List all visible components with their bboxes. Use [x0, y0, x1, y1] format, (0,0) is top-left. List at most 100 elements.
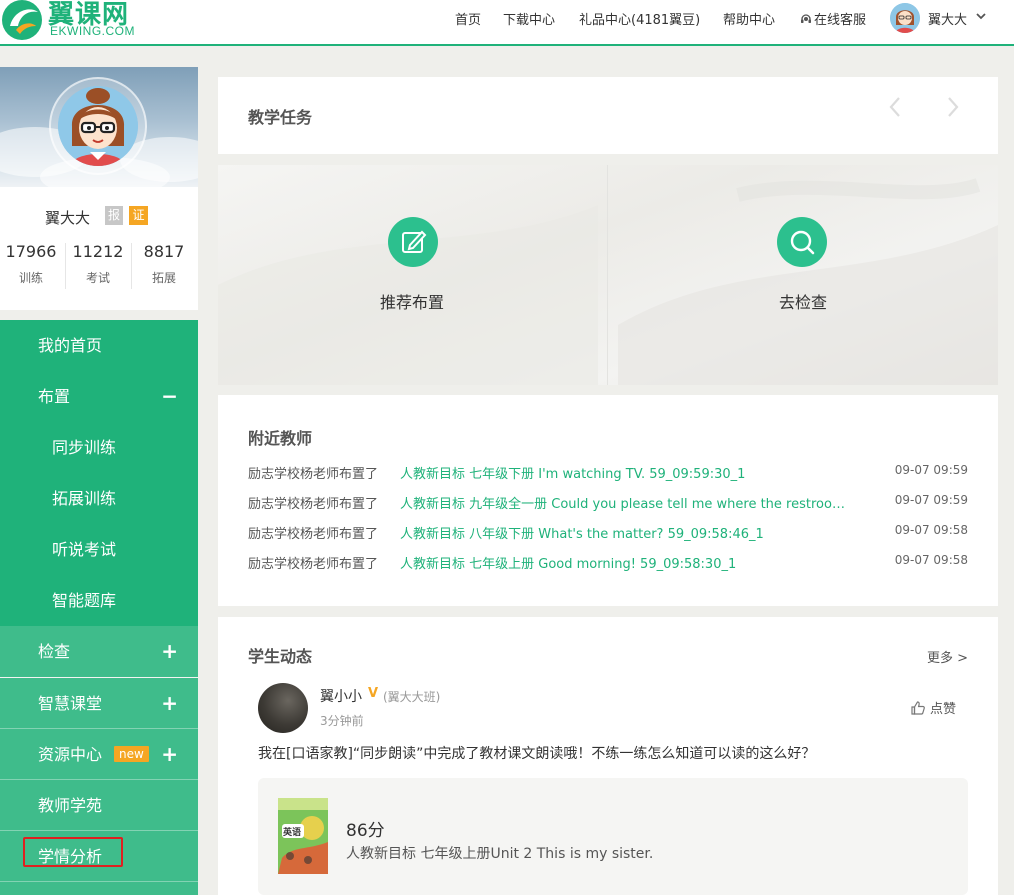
expand-icon[interactable]: +: [161, 729, 178, 780]
list-item: 励志学校杨老师布置了 人教新目标 七年级上册 Good morning! 59_…: [248, 553, 968, 572]
nav-divider: [0, 881, 198, 882]
sidebar-item-check[interactable]: 检查 +: [0, 626, 198, 677]
nav-download[interactable]: 下载中心: [503, 9, 555, 28]
sidebar-item-label: 智能题库: [52, 591, 117, 610]
stat-label: 训练: [18, 271, 43, 285]
student-class: (翼大大班): [383, 690, 441, 704]
go-check-label[interactable]: 去检查: [779, 289, 827, 313]
teacher-text: 励志学校杨老师布置了: [248, 467, 379, 482]
logo-subtitle: EKWING.COM: [50, 24, 135, 38]
online-service-link[interactable]: 在线客服: [800, 9, 866, 28]
book-cover-image[interactable]: 英语: [278, 798, 328, 874]
stat-training[interactable]: 17966 训练: [0, 241, 64, 286]
teacher-avatar-icon: [58, 86, 138, 166]
sidebar-subitem-question-bank[interactable]: 智能题库: [0, 575, 198, 626]
assignment-time: 09-07 09:58: [894, 553, 968, 567]
collapse-icon[interactable]: −: [161, 371, 178, 422]
chevron-left-icon[interactable]: [888, 95, 902, 119]
sidebar-item-label: 教师学苑: [38, 796, 103, 815]
expand-icon[interactable]: +: [161, 626, 178, 677]
book-cover-label: 英语: [283, 828, 302, 838]
teacher-text: 励志学校杨老师布置了: [248, 557, 379, 572]
student-avatar[interactable]: [258, 683, 308, 733]
sidebar-subitem-listening-exam[interactable]: 听说考试: [0, 524, 198, 575]
stat-label: 拓展: [151, 271, 176, 285]
sidebar-item-label: 我的首页: [38, 336, 103, 355]
sidebar-item-label: 同步训练: [52, 438, 117, 457]
sidebar-item-label: 智慧课堂: [38, 694, 103, 713]
profile-card: 翼大大 报 证 17966 训练 11212 考试 8817 拓展: [0, 67, 198, 310]
sidebar-item-label: 资源中心: [38, 745, 103, 764]
assignment-link[interactable]: 人教新目标 七年级下册 I'm watching TV. 59_09:59:30…: [400, 463, 855, 482]
thumbs-up-icon: [911, 701, 925, 715]
stat-value: 11212: [72, 242, 124, 261]
stat-value: 17966: [5, 242, 57, 261]
edit-icon: [402, 230, 427, 253]
go-check-button[interactable]: [777, 217, 827, 267]
list-item: 励志学校杨老师布置了 人教新目标 七年级下册 I'm watching TV. …: [248, 463, 968, 482]
teaching-tasks-header: 教学任务: [218, 77, 998, 154]
nav-gifts[interactable]: 礼品中心(4181翼豆): [579, 9, 700, 28]
list-item: 励志学校杨老师布置了 人教新目标 九年级全一册 Could you please…: [248, 493, 968, 512]
expand-icon[interactable]: +: [161, 678, 178, 729]
assignment-link[interactable]: 人教新目标 九年级全一册 Could you please tell me wh…: [400, 493, 855, 512]
search-icon: [790, 230, 815, 255]
analysis-highlight-box: [23, 837, 123, 867]
online-service-label: 在线客服: [814, 13, 867, 28]
new-badge: new: [114, 746, 149, 762]
profile-avatar[interactable]: [58, 86, 138, 166]
assignment-link[interactable]: 人教新目标 八年级下册 What's the matter? 59_09:58:…: [400, 523, 855, 542]
activity-text: 我在[口语家教]“同步朗读”中完成了教材课文朗读哦！不练一练怎么知道可以读的这么…: [258, 746, 816, 762]
section-title: 学生动态: [248, 647, 313, 666]
logo-icon: [2, 0, 42, 40]
sidebar-item-label: 检查: [38, 642, 71, 661]
sidebar-item-smart-classroom[interactable]: 智慧课堂 +: [0, 678, 198, 729]
report-badge[interactable]: 报: [105, 206, 123, 225]
avatar-icon: [890, 3, 920, 33]
book-description[interactable]: 人教新目标 七年级上册Unit 2 This is my sister.: [346, 843, 653, 863]
nav-help[interactable]: 帮助中心: [723, 9, 775, 28]
assignment-time: 09-07 09:59: [894, 463, 968, 477]
stat-value: 8817: [143, 242, 185, 261]
task-background-art: [218, 178, 998, 385]
sidebar-item-home[interactable]: 我的首页: [0, 320, 198, 371]
score-value: 86分: [346, 821, 385, 841]
vip-badge: V: [368, 686, 379, 701]
chevron-right-icon[interactable]: [946, 95, 960, 119]
user-name[interactable]: 翼大大: [928, 9, 967, 28]
like-button[interactable]: 点赞: [910, 698, 956, 717]
student-name[interactable]: 翼小小: [320, 686, 362, 706]
assignment-time: 09-07 09:58: [894, 523, 968, 537]
assignment-link[interactable]: 人教新目标 七年级上册 Good morning! 59_09:58:30_1: [400, 553, 855, 572]
task-panel: 推荐布置 去检查: [218, 165, 998, 385]
task-divider: [607, 165, 608, 385]
certified-badge[interactable]: 证: [129, 206, 148, 225]
more-link[interactable]: 更多 >: [927, 647, 968, 666]
teacher-text: 励志学校杨老师布置了: [248, 527, 379, 542]
profile-name: 翼大大: [45, 209, 91, 227]
assignment-time: 09-07 09:59: [894, 493, 968, 507]
user-avatar[interactable]: [890, 3, 920, 33]
stat-exam[interactable]: 11212 考试: [65, 241, 131, 286]
sidebar-item-academy[interactable]: 教师学苑: [0, 780, 198, 831]
nearby-teachers-card: 附近教师 励志学校杨老师布置了 人教新目标 七年级下册 I'm watching…: [218, 395, 998, 606]
recommend-assign-button[interactable]: [388, 217, 438, 267]
chevron-down-icon[interactable]: [975, 10, 987, 22]
sidebar-item-label: 听说考试: [52, 540, 117, 559]
sidebar-item-label: 拓展训练: [52, 489, 117, 508]
teacher-text: 励志学校杨老师布置了: [248, 497, 379, 512]
section-title: 教学任务: [248, 108, 313, 127]
stat-extension[interactable]: 8817 拓展: [131, 241, 197, 286]
stat-label: 考试: [85, 271, 110, 285]
nav-home[interactable]: 首页: [455, 9, 481, 28]
post-time: 3分钟前: [320, 714, 364, 728]
sidebar-subitem-extended-training[interactable]: 拓展训练: [0, 473, 198, 524]
sidebar-item-assign[interactable]: 布置 −: [0, 371, 198, 422]
like-label: 点赞: [930, 702, 957, 717]
section-title: 附近教师: [248, 429, 313, 448]
sidebar-subitem-sync-training[interactable]: 同步训练: [0, 422, 198, 473]
site-logo[interactable]: 翼课网 EKWING.COM: [0, 0, 150, 44]
top-header: 翼课网 EKWING.COM 首页 下载中心 礼品中心(4181翼豆) 帮助中心…: [0, 0, 1014, 46]
recommend-assign-label[interactable]: 推荐布置: [380, 289, 444, 313]
sidebar-item-resources[interactable]: 资源中心 new +: [0, 729, 198, 780]
